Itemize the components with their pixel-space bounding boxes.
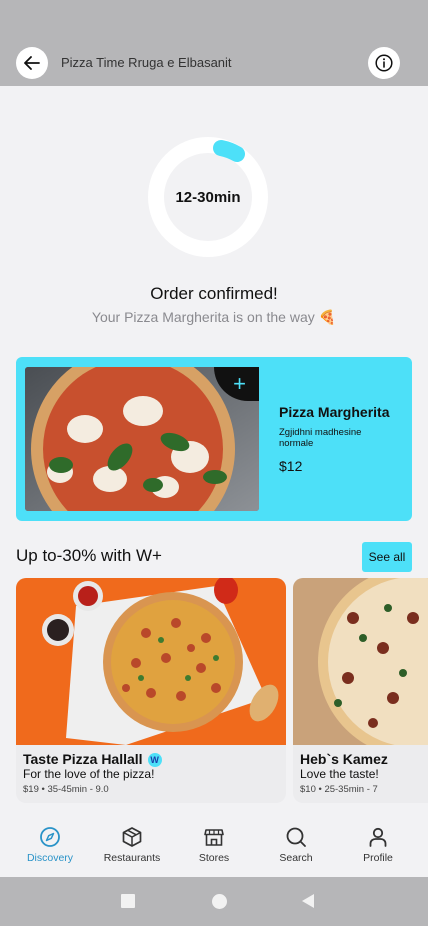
eta-progress-ring: 12-30min: [148, 137, 268, 257]
promo-name: Heb`s Kamez: [300, 751, 388, 767]
compass-icon: [40, 827, 60, 847]
search-icon: [286, 827, 306, 847]
status-bar: [0, 0, 428, 40]
order-message: Your Pizza Margherita is on the way 🍕: [91, 309, 337, 325]
promo-section-title: Up to-30% with W+: [16, 546, 162, 565]
box-icon: [122, 827, 142, 847]
restaurant-title: Pizza Time Rruga e Elbasanit: [61, 55, 232, 70]
hebs-kamez-image: [293, 578, 428, 745]
nav-discovery[interactable]: Discovery: [10, 826, 90, 864]
store-icon: [204, 829, 224, 846]
see-all-button[interactable]: See all: [362, 542, 412, 572]
item-description: Zgjidhni madhesine normale: [279, 427, 362, 449]
promo-meta: $19 • 35-45min - 9.0: [23, 784, 109, 795]
promo-card-hebs-kamez[interactable]: Heb`s Kamez Love the taste! $10 • 25-35m…: [293, 578, 428, 803]
nav-stores[interactable]: Stores: [174, 826, 254, 864]
nav-label: Discovery: [26, 852, 74, 864]
nav-label: Search: [279, 852, 313, 864]
back-triangle-icon[interactable]: [301, 894, 315, 908]
nav-label: Restaurants: [103, 852, 161, 864]
nav-label: Profile: [363, 852, 393, 864]
info-button[interactable]: [368, 47, 400, 79]
item-price: $12: [279, 458, 303, 474]
w-plus-badge-icon: W: [147, 753, 162, 767]
back-button[interactable]: [16, 47, 48, 79]
nav-profile[interactable]: Profile: [338, 826, 418, 864]
recents-square-icon[interactable]: [121, 894, 135, 908]
home-circle-icon[interactable]: [211, 893, 228, 910]
system-navigation-bar: [0, 877, 428, 926]
ordered-item-card[interactable]: + Pizza Margherita Zgjidhni madhesine no…: [16, 357, 412, 521]
promo-tagline: For the love of the pizza!: [23, 767, 155, 781]
nav-restaurants[interactable]: Restaurants: [92, 826, 172, 864]
info-icon: [375, 54, 393, 72]
item-name: Pizza Margherita: [279, 404, 390, 420]
person-icon: [369, 827, 387, 847]
top-bar: Pizza Time Rruga e Elbasanit: [0, 40, 428, 86]
taste-pizza-image: [16, 578, 286, 745]
nav-search[interactable]: Search: [256, 826, 336, 864]
nav-label: Stores: [198, 852, 230, 864]
bottom-navigation: Discovery Restaurants Stores Search Prof…: [0, 812, 428, 876]
promo-tagline: Love the taste!: [300, 767, 379, 781]
arrow-left-icon: [24, 56, 40, 70]
order-status: Order confirmed!: [150, 284, 278, 303]
promo-card-taste-pizza-hallall[interactable]: Taste Pizza Hallall W For the love of the…: [16, 578, 286, 803]
promo-meta: $10 • 25-35min - 7: [300, 784, 378, 795]
promo-name: Taste Pizza Hallall W: [23, 751, 162, 767]
eta-label: 12-30min: [175, 188, 241, 206]
